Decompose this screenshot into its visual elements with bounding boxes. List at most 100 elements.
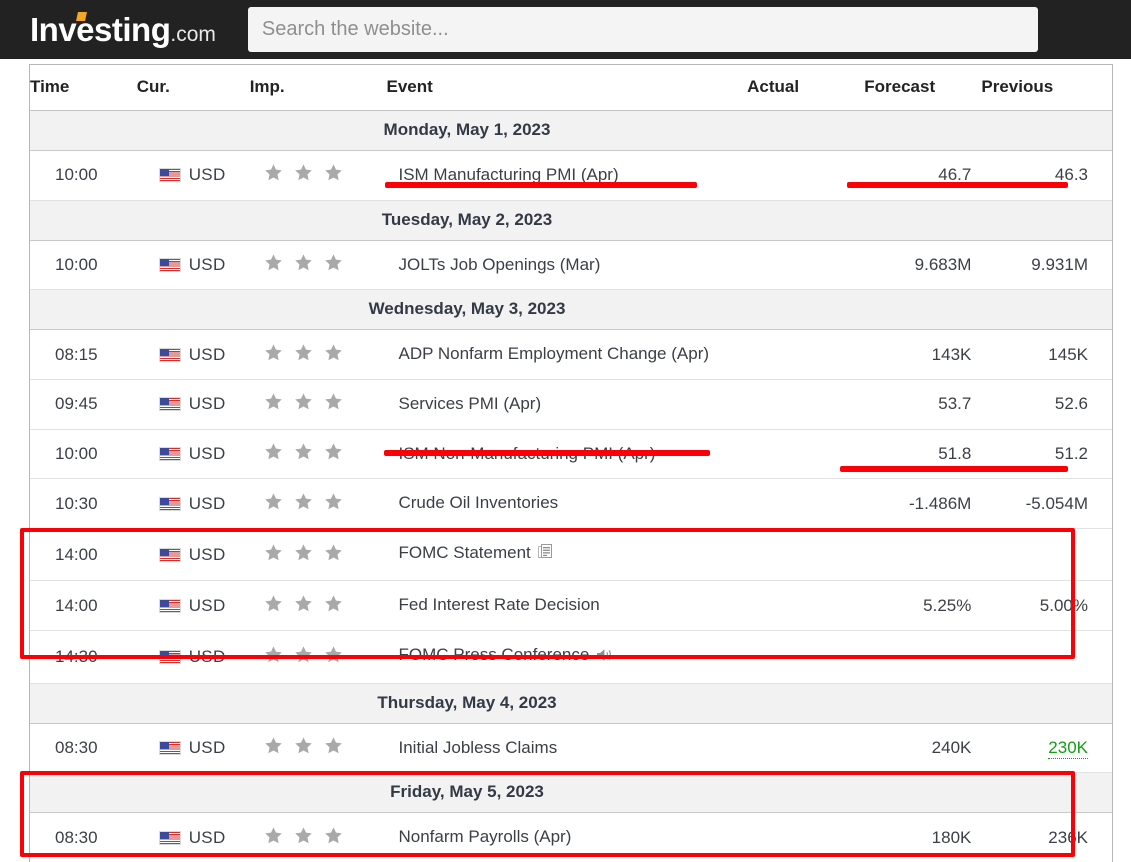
importance-star-icon[interactable] xyxy=(324,442,343,461)
event-importance[interactable] xyxy=(249,379,387,430)
event-label: Initial Jobless Claims xyxy=(398,737,558,757)
importance-star-icon[interactable] xyxy=(294,594,313,613)
importance-star-icon[interactable] xyxy=(264,645,283,664)
event-name[interactable]: ISM Non-Manufacturing PMI (Apr) xyxy=(386,429,748,480)
previous-revised-value[interactable]: 230K xyxy=(1048,738,1088,760)
importance-star-icon[interactable] xyxy=(294,392,313,411)
event-previous: 46.3 xyxy=(981,150,1112,201)
importance-star-icon[interactable] xyxy=(294,492,313,511)
importance-star-icon[interactable] xyxy=(264,343,283,362)
importance-star-icon[interactable] xyxy=(324,163,343,182)
us-flag-icon xyxy=(158,598,181,613)
event-forecast: -1.486M xyxy=(864,478,982,529)
table-row[interactable]: 10:30 USD Crude Oil Inventories -1.486M -5.0… xyxy=(30,478,1112,529)
event-importance[interactable] xyxy=(249,630,387,684)
event-importance[interactable] xyxy=(249,150,387,201)
importance-star-icon[interactable] xyxy=(324,343,343,362)
table-row[interactable]: 09:45 USD Services PMI (Apr) 53.7 52.6 xyxy=(30,379,1112,430)
speaker-icon[interactable] xyxy=(596,646,614,671)
logo-text: Investing xyxy=(30,11,171,48)
event-currency: USD xyxy=(136,478,250,529)
importance-star-icon[interactable] xyxy=(264,543,283,562)
event-importance[interactable] xyxy=(249,812,387,862)
importance-star-icon[interactable] xyxy=(294,826,313,845)
column-header-forecast[interactable]: Forecast xyxy=(864,65,982,111)
event-name[interactable]: Fed Interest Rate Decision xyxy=(386,580,748,632)
importance-star-icon[interactable] xyxy=(324,594,343,613)
event-name[interactable]: ADP Nonfarm Employment Change (Apr) xyxy=(386,329,748,380)
event-forecast: 51.8 xyxy=(864,429,982,480)
event-name[interactable]: FOMC Press Conference xyxy=(386,630,748,684)
table-row[interactable]: 14:30 USD FOMC Press Conference xyxy=(30,630,1112,684)
search-input[interactable] xyxy=(247,7,1038,52)
event-time: 08:30 xyxy=(30,812,137,862)
importance-star-icon[interactable] xyxy=(264,392,283,411)
event-name[interactable]: Crude Oil Inventories xyxy=(386,478,748,529)
importance-star-icon[interactable] xyxy=(324,645,343,664)
importance-star-icon[interactable] xyxy=(294,163,313,182)
currency-code: USD xyxy=(188,394,226,414)
investing-logo[interactable]: Investing.com xyxy=(30,11,216,48)
column-header-actual[interactable]: Actual xyxy=(747,65,865,111)
importance-star-icon[interactable] xyxy=(264,163,283,182)
event-importance[interactable] xyxy=(249,478,387,529)
importance-star-icon[interactable] xyxy=(264,253,283,272)
event-importance[interactable] xyxy=(249,429,387,480)
date-separator-label: Thursday, May 4, 2023 xyxy=(30,682,1112,724)
column-header-currency[interactable]: Cur. xyxy=(136,65,250,111)
table-row[interactable]: 10:00 USD ISM Non-Manufacturing PMI (Apr) 5… xyxy=(30,429,1112,480)
table-row[interactable]: 08:15 USD ADP Nonfarm Employment Change (A… xyxy=(30,329,1112,380)
table-row[interactable]: 08:30 USD Nonfarm Payrolls (Apr) 180K 236K xyxy=(30,812,1112,862)
importance-star-icon[interactable] xyxy=(324,253,343,272)
us-flag-icon xyxy=(158,496,181,511)
importance-star-icon[interactable] xyxy=(294,442,313,461)
table-row[interactable]: 10:00 USD ISM Manufacturing PMI (Apr) 46.7 4… xyxy=(30,150,1112,201)
column-header-previous[interactable]: Previous xyxy=(981,65,1112,111)
column-header-importance[interactable]: Imp. xyxy=(249,65,387,111)
importance-star-icon[interactable] xyxy=(294,645,313,664)
table-row[interactable]: 14:00 USD FOMC Statement xyxy=(30,528,1112,582)
event-importance[interactable] xyxy=(249,723,387,774)
currency-code: USD xyxy=(188,344,226,364)
event-name[interactable]: ISM Manufacturing PMI (Apr) xyxy=(386,150,748,201)
event-importance[interactable] xyxy=(249,329,387,380)
event-actual xyxy=(747,528,865,582)
event-name[interactable]: FOMC Statement xyxy=(386,528,748,582)
importance-star-icon[interactable] xyxy=(264,826,283,845)
document-icon[interactable] xyxy=(537,543,555,569)
us-flag-icon xyxy=(158,446,181,461)
importance-star-icon[interactable] xyxy=(324,826,343,845)
event-label: FOMC Press Conference xyxy=(398,645,590,665)
importance-star-icon[interactable] xyxy=(294,343,313,362)
event-name[interactable]: Initial Jobless Claims xyxy=(386,723,748,774)
table-row[interactable]: 14:00 USD Fed Interest Rate Decision 5.25% 5… xyxy=(30,580,1112,632)
event-name[interactable]: JOLTs Job Openings (Mar) xyxy=(386,240,748,291)
importance-star-icon[interactable] xyxy=(294,736,313,755)
column-header-event[interactable]: Event xyxy=(386,65,748,111)
importance-star-icon[interactable] xyxy=(294,543,313,562)
event-name[interactable]: Nonfarm Payrolls (Apr) xyxy=(386,812,748,862)
event-importance[interactable] xyxy=(249,580,387,632)
importance-star-icon[interactable] xyxy=(264,736,283,755)
event-time: 10:00 xyxy=(30,150,137,201)
table-row[interactable]: 10:00 USD JOLTs Job Openings (Mar) 9.683M 9.… xyxy=(30,240,1112,291)
column-header-time[interactable]: Time xyxy=(30,65,137,111)
currency-code: USD xyxy=(188,165,226,185)
importance-star-icon[interactable] xyxy=(324,492,343,511)
event-importance[interactable] xyxy=(249,528,387,582)
economic-calendar-table: Time Cur. Imp. Event Actual Forecast Pre… xyxy=(30,65,1112,862)
event-importance[interactable] xyxy=(249,240,387,291)
event-currency: USD xyxy=(136,723,250,774)
us-flag-icon xyxy=(158,741,181,756)
currency-code: USD xyxy=(188,738,226,758)
importance-star-icon[interactable] xyxy=(324,543,343,562)
importance-star-icon[interactable] xyxy=(264,594,283,613)
importance-star-icon[interactable] xyxy=(294,253,313,272)
importance-star-icon[interactable] xyxy=(324,392,343,411)
importance-star-icon[interactable] xyxy=(324,736,343,755)
importance-star-icon[interactable] xyxy=(264,492,283,511)
event-forecast xyxy=(864,630,982,684)
importance-star-icon[interactable] xyxy=(264,442,283,461)
event-name[interactable]: Services PMI (Apr) xyxy=(386,379,748,430)
table-row[interactable]: 08:30 USD Initial Jobless Claims 240K 230K xyxy=(30,723,1112,774)
